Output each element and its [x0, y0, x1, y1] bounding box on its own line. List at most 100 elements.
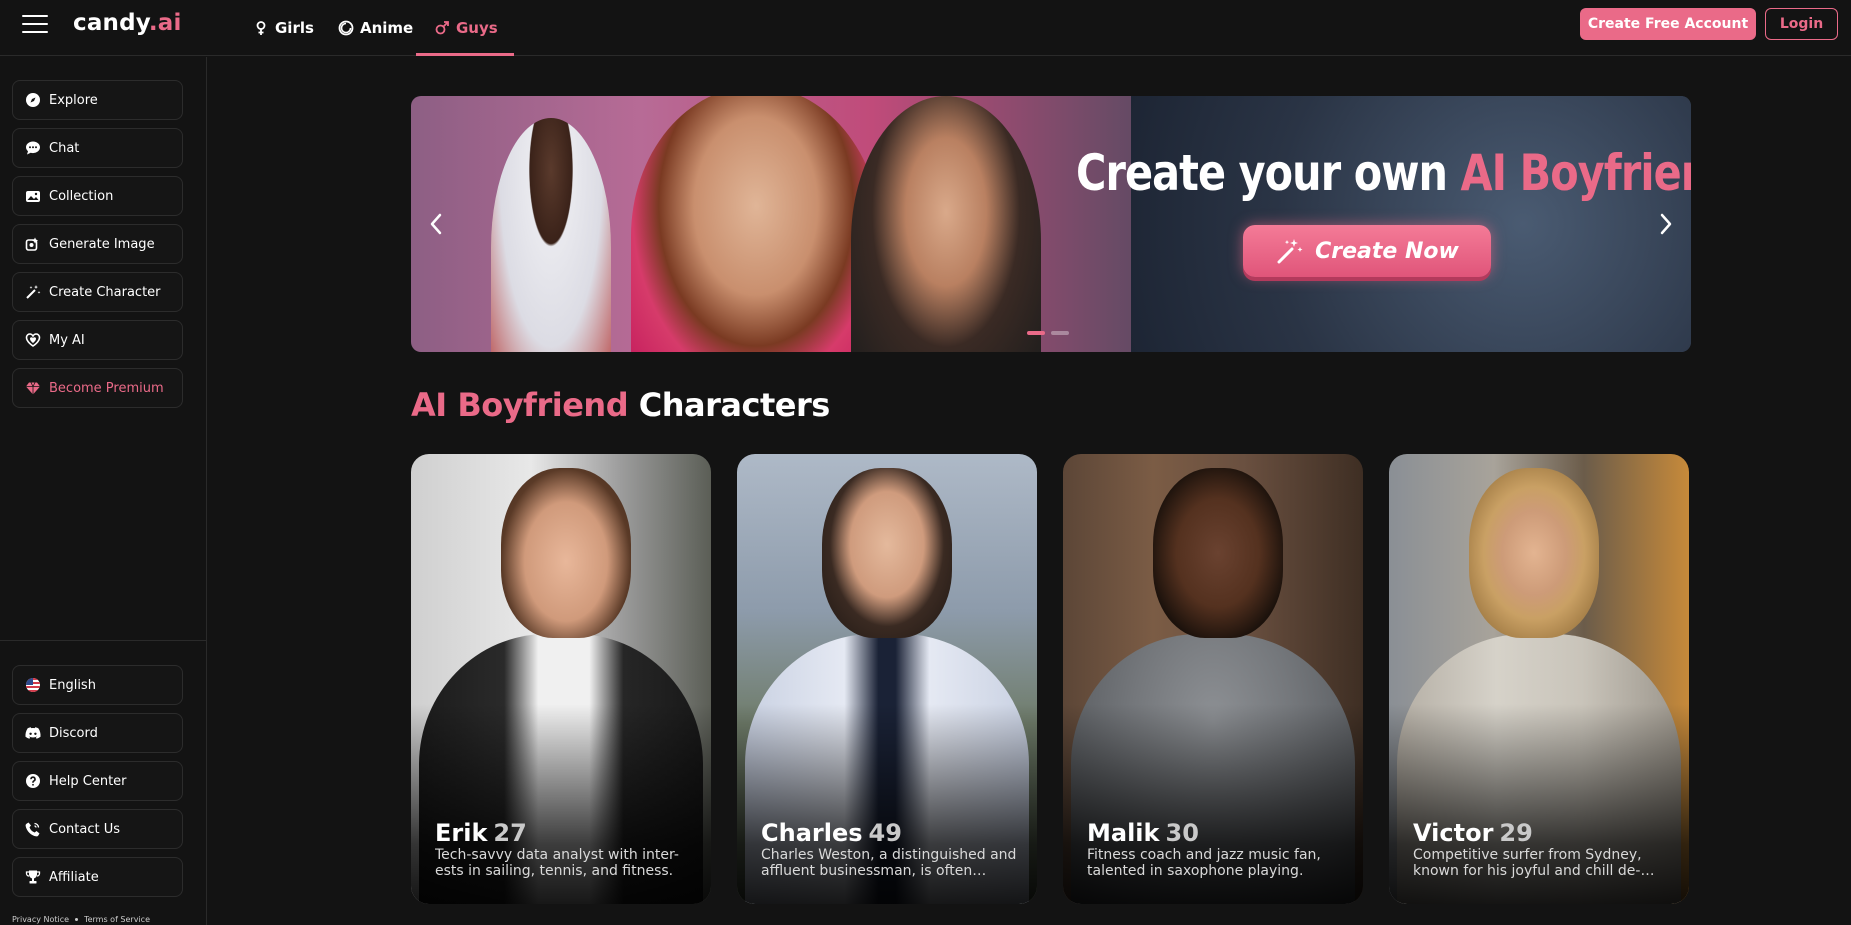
sidebar-item-explore[interactable]: Explore — [12, 80, 183, 120]
character-description: Tech-savvy data analyst with inter-ests … — [435, 847, 679, 879]
discord-icon — [25, 727, 41, 739]
sidebar-item-label: Contact Us — [49, 821, 120, 837]
section-title: AI Boyfriend Characters — [411, 386, 830, 424]
character-card[interactable]: Victor 29 Competitive surfer from Sydney,… — [1389, 454, 1689, 904]
chevron-left-icon — [430, 213, 442, 235]
sidebar-item-label: My AI — [49, 332, 85, 348]
character-card[interactable]: Erik 27 Tech-savvy data analyst with inte… — [411, 454, 711, 904]
character-age: 27 — [493, 819, 527, 847]
character-description: Charles Weston, a distinguished and affl… — [761, 847, 1017, 879]
sidebar-item-contact-us[interactable]: Contact Us — [12, 809, 183, 849]
character-name-line: Charles 49 — [761, 819, 902, 847]
sidebar-item-generate-image[interactable]: Generate Image — [12, 224, 183, 264]
character-photo — [1153, 468, 1283, 638]
chevron-right-icon — [1660, 213, 1672, 235]
help-icon — [26, 774, 40, 788]
sidebar-item-become-premium[interactable]: Become Premium — [12, 368, 183, 408]
tab-girls[interactable]: Girls — [253, 0, 314, 56]
magic-wand-icon — [26, 285, 41, 299]
sidebar-footer: Privacy Notice Terms of Service — [12, 915, 150, 924]
sidebar-item-chat[interactable]: Chat — [12, 128, 183, 168]
character-name-line: Erik 27 — [435, 819, 527, 847]
character-age: 30 — [1165, 819, 1199, 847]
tab-label: Girls — [275, 19, 314, 37]
character-description: Competitive surfer from Sydney, known fo… — [1413, 847, 1655, 879]
sidebar-item-label: Create Character — [49, 284, 161, 300]
character-name: Erik — [435, 819, 488, 847]
sidebar-item-label: Discord — [49, 725, 98, 741]
banner-prev-arrow[interactable] — [424, 208, 448, 240]
privacy-notice-link[interactable]: Privacy Notice — [12, 915, 69, 924]
hamburger-menu-icon[interactable] — [22, 15, 48, 35]
banner-pagination — [1027, 331, 1069, 335]
top-header: candy.ai Girls Anime Guys Create Free Ac… — [0, 0, 1851, 56]
compass-icon — [26, 93, 40, 107]
hero-banner[interactable]: Create your own AI Boyfriend Create Now — [411, 96, 1691, 352]
character-card[interactable]: Malik 30 Fitness coach and jazz music fan… — [1063, 454, 1363, 904]
character-name-line: Malik 30 — [1087, 819, 1199, 847]
trophy-icon — [25, 870, 41, 884]
hearts-icon — [25, 333, 41, 347]
sidebar-item-label: Collection — [49, 188, 114, 204]
sidebar-item-help-center[interactable]: Help Center — [12, 761, 183, 801]
sidebar-item-label: Generate Image — [49, 236, 155, 252]
logo-text: candy — [73, 10, 149, 36]
character-photo — [501, 468, 631, 638]
female-icon — [256, 21, 266, 35]
sidebar-item-affiliate[interactable]: Affiliate — [12, 857, 183, 897]
sidebar-item-collection[interactable]: Collection — [12, 176, 183, 216]
character-age: 29 — [1499, 819, 1533, 847]
banner-next-arrow[interactable] — [1654, 208, 1678, 240]
sidebar-divider — [0, 640, 207, 641]
sidebar-item-discord[interactable]: Discord — [12, 713, 183, 753]
pagination-dot[interactable] — [1027, 331, 1045, 335]
character-card[interactable]: Charles 49 Charles Weston, a distinguishe… — [737, 454, 1037, 904]
separator-dot — [75, 918, 79, 921]
character-name: Victor — [1413, 819, 1494, 847]
banner-background — [1131, 96, 1691, 352]
banner-person-image — [631, 96, 881, 352]
character-description: Fitness coach and jazz music fan, talent… — [1087, 847, 1321, 879]
banner-person-image — [851, 96, 1041, 352]
logo[interactable]: candy.ai — [73, 10, 182, 36]
character-name-line: Victor 29 — [1413, 819, 1533, 847]
sidebar-item-label: Chat — [49, 140, 80, 156]
logo-accent: .ai — [148, 10, 182, 36]
sidebar: Explore Chat Collection Generate Image C… — [0, 57, 207, 925]
sidebar-item-label: English — [49, 677, 96, 693]
banner-title-main: Create your own — [1076, 144, 1448, 202]
banner-title: Create your own AI Boyfriend — [1076, 144, 1691, 202]
tab-label: Guys — [456, 19, 498, 37]
diamond-icon — [26, 382, 40, 395]
anime-icon — [338, 20, 354, 36]
pagination-dot[interactable] — [1051, 331, 1069, 335]
sidebar-item-my-ai[interactable]: My AI — [12, 320, 183, 360]
character-age: 49 — [868, 819, 902, 847]
banner-person-image — [491, 118, 611, 352]
character-name: Charles — [761, 819, 863, 847]
sidebar-item-english[interactable]: English — [12, 665, 183, 705]
image-icon — [25, 237, 38, 251]
sidebar-item-label: Affiliate — [49, 869, 99, 885]
sidebar-item-label: Explore — [49, 92, 98, 108]
terms-of-service-link[interactable]: Terms of Service — [84, 915, 150, 924]
collection-icon — [26, 191, 40, 202]
sidebar-item-create-character[interactable]: Create Character — [12, 272, 183, 312]
character-name: Malik — [1087, 819, 1160, 847]
create-free-account-button[interactable]: Create Free Account — [1580, 8, 1756, 40]
magic-wand-icon — [1277, 239, 1303, 264]
create-now-button[interactable]: Create Now — [1243, 225, 1491, 277]
male-icon — [435, 21, 449, 35]
sidebar-item-label: Help Center — [49, 773, 127, 789]
tab-anime[interactable]: Anime — [338, 0, 413, 56]
chat-icon — [26, 141, 40, 155]
character-photo — [822, 468, 952, 638]
tab-guys[interactable]: Guys — [416, 0, 514, 56]
phone-icon — [25, 822, 40, 837]
us-flag-icon — [26, 678, 40, 692]
sidebar-item-label: Become Premium — [49, 380, 164, 396]
section-title-main: Characters — [638, 386, 831, 424]
login-button[interactable]: Login — [1765, 8, 1838, 40]
section-title-accent: AI Boyfriend — [411, 386, 629, 424]
character-photo — [1469, 468, 1599, 638]
